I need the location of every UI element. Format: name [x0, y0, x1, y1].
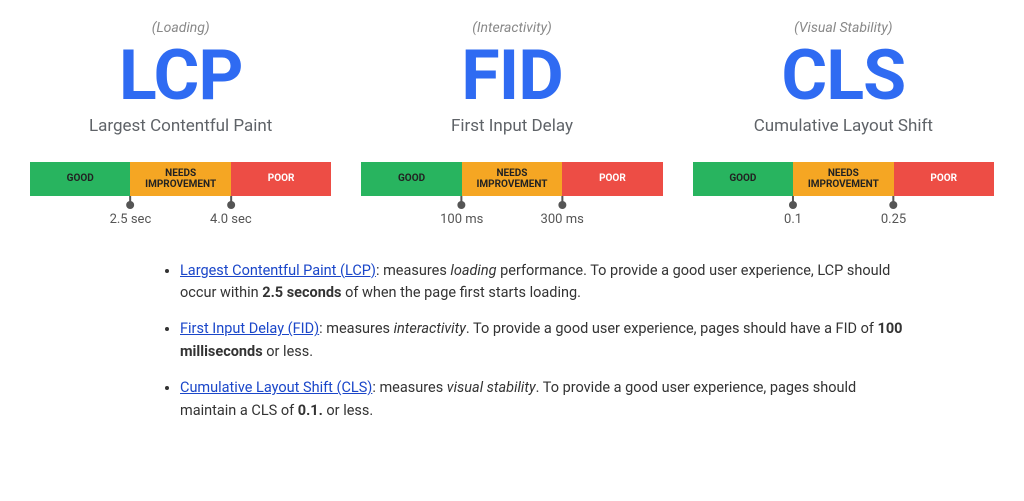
metric-lcp: (Loading) LCP Largest Contentful Paint G… [30, 20, 331, 240]
text-italic: visual stability [447, 379, 536, 396]
threshold-bar: GOOD NEEDS IMPROVEMENT POOR [30, 162, 331, 196]
metric-category: (Loading) [30, 20, 331, 36]
pin-icon [787, 196, 799, 210]
bar-poor: POOR [231, 162, 331, 196]
tick-label: 4.0 sec [210, 212, 252, 227]
threshold-bar: GOOD NEEDS IMPROVEMENT POOR [693, 162, 994, 196]
tick-marker: 100 ms [440, 196, 483, 227]
metric-category: (Visual Stability) [693, 20, 994, 36]
metric-name: Cumulative Layout Shift [693, 116, 994, 136]
pin-icon [456, 196, 468, 210]
text: . To provide a good user experience, pag… [466, 320, 878, 337]
tick-marker: 4.0 sec [210, 196, 252, 227]
metric-link-lcp[interactable]: Largest Contentful Paint (LCP) [180, 262, 376, 279]
metric-acronym: FID [361, 40, 662, 114]
tick-marker: 0.1 [784, 196, 802, 227]
tick-marker: 0.25 [881, 196, 906, 227]
threshold-ticks: 100 ms 300 ms [361, 196, 662, 240]
metric-name: Largest Contentful Paint [30, 116, 331, 136]
threshold-ticks: 0.1 0.25 [693, 196, 994, 240]
metric-acronym: CLS [693, 40, 994, 114]
bar-needs: NEEDS IMPROVEMENT [793, 162, 893, 196]
pin-icon [225, 196, 237, 210]
text: : measures [319, 320, 393, 337]
metric-cls: (Visual Stability) CLS Cumulative Layout… [693, 20, 994, 240]
list-item: Largest Contentful Paint (LCP): measures… [180, 260, 904, 305]
tick-marker: 300 ms [541, 196, 584, 227]
text-bold: 2.5 seconds [262, 284, 341, 301]
text-bold: 0.1. [298, 402, 323, 419]
text-italic: loading [450, 262, 496, 279]
bar-poor: POOR [562, 162, 662, 196]
text: or less. [263, 343, 313, 360]
metric-fid: (Interactivity) FID First Input Delay GO… [361, 20, 662, 240]
pin-icon [556, 196, 568, 210]
description-list: Largest Contentful Paint (LCP): measures… [180, 260, 904, 423]
tick-label: 0.1 [784, 212, 802, 227]
tick-label: 0.25 [881, 212, 906, 227]
list-item: Cumulative Layout Shift (CLS): measures … [180, 377, 904, 422]
text: of when the page first starts loading. [341, 284, 581, 301]
pin-icon [888, 196, 900, 210]
pin-icon [124, 196, 136, 210]
metric-category: (Interactivity) [361, 20, 662, 36]
tick-marker: 2.5 sec [110, 196, 152, 227]
metrics-row: (Loading) LCP Largest Contentful Paint G… [30, 20, 994, 240]
tick-label: 300 ms [541, 212, 584, 227]
metric-link-cls[interactable]: Cumulative Layout Shift (CLS) [180, 379, 372, 396]
bar-good: GOOD [361, 162, 461, 196]
text-italic: interactivity [394, 320, 466, 337]
tick-label: 2.5 sec [110, 212, 152, 227]
threshold-bar: GOOD NEEDS IMPROVEMENT POOR [361, 162, 662, 196]
metric-name: First Input Delay [361, 116, 662, 136]
text: : measures [372, 379, 446, 396]
bar-poor: POOR [894, 162, 994, 196]
bar-good: GOOD [693, 162, 793, 196]
tick-label: 100 ms [440, 212, 483, 227]
metric-link-fid[interactable]: First Input Delay (FID) [180, 320, 319, 337]
metric-acronym: LCP [30, 40, 331, 114]
text: or less. [323, 402, 373, 419]
bar-needs: NEEDS IMPROVEMENT [130, 162, 230, 196]
bar-needs: NEEDS IMPROVEMENT [462, 162, 562, 196]
threshold-ticks: 2.5 sec 4.0 sec [30, 196, 331, 240]
bar-good: GOOD [30, 162, 130, 196]
list-item: First Input Delay (FID): measures intera… [180, 318, 904, 363]
text: : measures [376, 262, 450, 279]
